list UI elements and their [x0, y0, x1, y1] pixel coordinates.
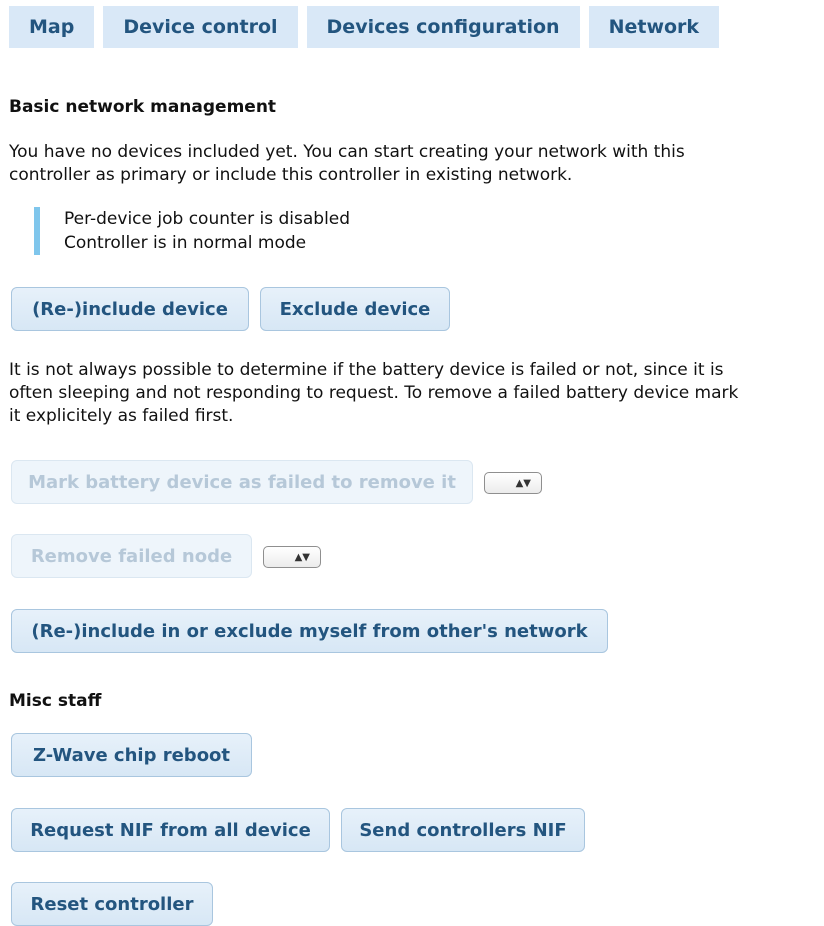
tab-bar: Map Device control Devices configuration… [9, 6, 720, 48]
basic-network-heading: Basic network management [9, 97, 277, 117]
intro-text: You have no devices included yet. You ca… [9, 141, 818, 187]
failed-node-select[interactable]: ▲▼ [263, 546, 321, 568]
intro-line: controller as primary or include this co… [9, 165, 573, 185]
exclude-device-button[interactable]: Exclude device [260, 287, 450, 331]
misc-heading: Misc staff [9, 691, 102, 711]
battery-device-select[interactable]: ▲▼ [484, 472, 542, 494]
status-note: Per-device job counter is disabled Contr… [34, 207, 350, 255]
reset-controller-button[interactable]: Reset controller [11, 882, 213, 926]
battery-info-line: often sleeping and not responding to req… [9, 383, 739, 403]
include-device-button[interactable]: (Re-)include device [11, 287, 249, 331]
battery-info-line: It is not always possible to determine i… [9, 360, 724, 380]
tab-device-control[interactable]: Device control [103, 6, 298, 48]
zwave-chip-reboot-button[interactable]: Z-Wave chip reboot [11, 733, 252, 777]
controller-mode-status: Controller is in normal mode [64, 233, 307, 253]
intro-line: You have no devices included yet. You ca… [9, 142, 685, 162]
tab-network[interactable]: Network [588, 6, 720, 48]
stepper-arrows-icon: ▲▼ [294, 551, 310, 563]
battery-info-line: it explicitely as failed first. [9, 406, 234, 426]
battery-info-text: It is not always possible to determine i… [9, 359, 818, 428]
tab-map[interactable]: Map [9, 6, 95, 48]
request-nif-button[interactable]: Request NIF from all device [11, 808, 330, 852]
stepper-arrows-icon: ▲▼ [515, 477, 531, 489]
tab-devices-configuration[interactable]: Devices configuration [306, 6, 580, 48]
mark-battery-failed-button[interactable]: Mark battery device as failed to remove … [11, 460, 473, 504]
job-counter-status: Per-device job counter is disabled [64, 209, 351, 229]
send-controllers-nif-button[interactable]: Send controllers NIF [341, 808, 585, 852]
include-myself-button[interactable]: (Re-)include in or exclude myself from o… [11, 609, 608, 653]
remove-failed-node-button[interactable]: Remove failed node [11, 534, 252, 578]
